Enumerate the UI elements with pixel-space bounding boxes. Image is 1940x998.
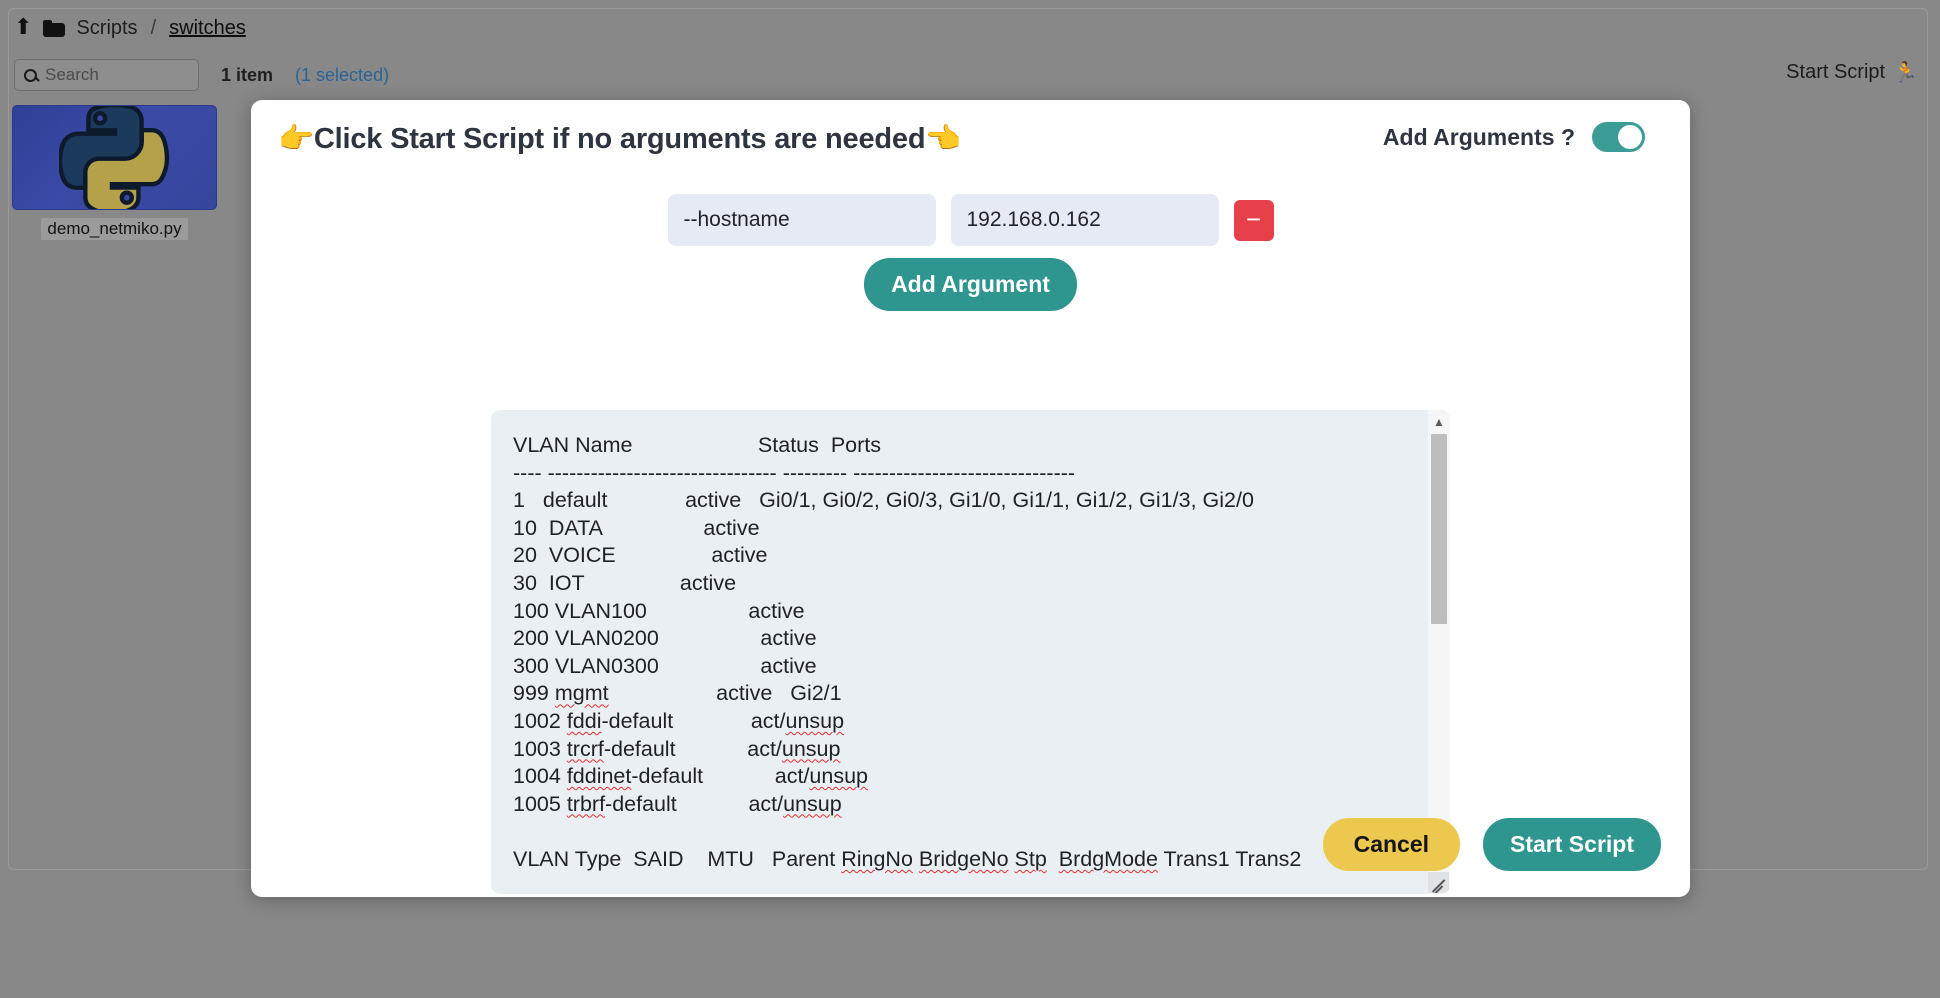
start-script-menu-item[interactable]: Start Script 🏃 [1786,60,1918,85]
dialog-header: 👉Click Start Script if no arguments are … [251,100,1690,184]
file-tile-demo-netmiko[interactable]: demo_netmiko.py [12,105,217,240]
scroll-up-arrow-icon[interactable]: ▲ [1428,412,1450,432]
script-output-wrap: VLAN Name Status Ports ---- ------------… [491,410,1450,894]
selection-count: (1 selected) [295,64,390,85]
argument-row: − [251,194,1690,246]
script-output-text: VLAN Name Status Ports ---- ------------… [513,433,1302,871]
start-script-dialog: 👉Click Start Script if no arguments are … [251,100,1690,897]
item-count: 1 item [221,64,274,85]
breadcrumb: ⬆ Scripts / switches [14,10,246,46]
add-arguments-label: Add Arguments ? [1382,123,1575,150]
search-input[interactable]: Search [14,59,199,91]
start-script-menu-label: Start Script [1786,61,1886,83]
runner-icon: 🏃 [1893,62,1918,84]
up-directory-icon[interactable]: ⬆ [14,16,32,38]
python-file-icon [12,105,217,210]
folder-icon [43,19,66,37]
search-placeholder: Search [45,65,99,84]
file-name-label: demo_netmiko.py [41,218,188,240]
scrollbar-thumb[interactable] [1431,434,1447,624]
arguments-area: − Add Argument [251,194,1690,311]
start-script-button[interactable]: Start Script [1483,818,1661,871]
breadcrumb-separator: / [150,16,157,39]
dialog-title: 👉Click Start Script if no arguments are … [278,123,962,155]
argument-key-input[interactable] [667,194,936,246]
add-argument-button[interactable]: Add Argument [864,258,1077,311]
argument-value-input[interactable] [950,194,1219,246]
breadcrumb-root[interactable]: Scripts [76,17,137,40]
resize-grip-icon[interactable] [1428,872,1449,893]
script-output-box[interactable]: VLAN Name Status Ports ---- ------------… [491,410,1450,894]
toolbar: Search 1 item (1 selected) [14,57,389,93]
remove-argument-button[interactable]: − [1233,199,1274,241]
add-argument-wrap: Add Argument [251,258,1690,311]
breadcrumb-current[interactable]: switches [169,17,246,40]
dialog-footer: Cancel Start Script [1322,818,1661,871]
add-arguments-toggle[interactable] [1592,122,1645,152]
cancel-button[interactable]: Cancel [1322,818,1461,871]
search-icon [24,68,37,82]
add-arguments-toggle-group[interactable]: Add Arguments ? [1383,122,1645,152]
